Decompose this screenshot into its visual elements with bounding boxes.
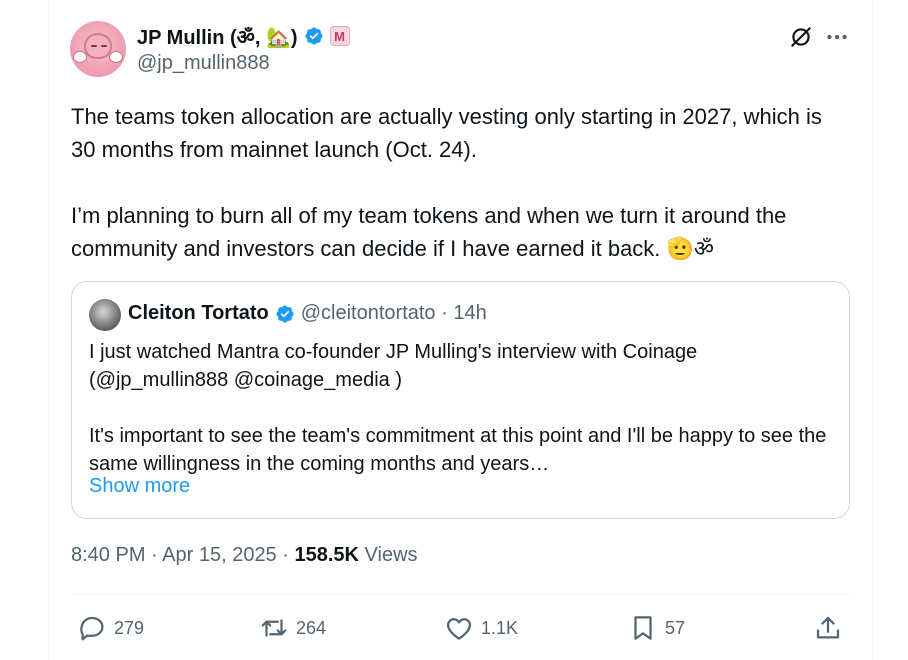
repost-button[interactable]: 264 bbox=[259, 606, 326, 650]
grok-icon[interactable] bbox=[788, 24, 814, 50]
share-icon bbox=[816, 616, 840, 639]
quote-header: Cleiton Tortato @cleitontortato · 14h bbox=[128, 302, 487, 325]
avatar-hand bbox=[73, 51, 87, 63]
author-avatar[interactable] bbox=[70, 21, 126, 77]
reply-count: 279 bbox=[114, 617, 145, 638]
show-more-link[interactable]: Show more bbox=[89, 475, 190, 498]
avatar-eye bbox=[101, 45, 107, 47]
bookmark-button[interactable]: 57 bbox=[628, 606, 685, 650]
reply-button[interactable]: 279 bbox=[77, 606, 144, 650]
quote-meta: @cleitontortato · 14h bbox=[300, 302, 487, 324]
affiliate-badge[interactable]: M bbox=[329, 26, 350, 46]
share-button[interactable] bbox=[813, 606, 843, 650]
bookmark-count: 57 bbox=[665, 617, 686, 638]
divider bbox=[71, 594, 850, 595]
like-icon bbox=[446, 618, 472, 640]
quote-text: I just watched Mantra co-founder JP Mull… bbox=[89, 341, 827, 475]
more-icon[interactable] bbox=[824, 24, 850, 50]
reply-icon bbox=[80, 616, 104, 641]
avatar-hand bbox=[109, 51, 123, 63]
tweet-meta: 8:40 PM · Apr 15, 2025 · 158.5K Views bbox=[71, 544, 418, 567]
views-label: Views bbox=[358, 544, 418, 566]
quote-author-avatar[interactable] bbox=[89, 299, 121, 331]
repost-icon bbox=[261, 619, 287, 637]
repost-count: 264 bbox=[296, 617, 327, 638]
quote-author-name[interactable]: Cleiton Tortato bbox=[128, 302, 269, 325]
author-handle[interactable]: @jp_mullin888 bbox=[137, 52, 270, 75]
tweet-text: The teams token allocation are actually … bbox=[71, 104, 822, 261]
like-button[interactable]: 1.1K bbox=[444, 606, 518, 650]
author-name-row: JP Mullin (ॐ, 🏡) M bbox=[137, 23, 350, 50]
avatar-face bbox=[84, 33, 112, 59]
verified-badge-icon[interactable] bbox=[304, 26, 324, 46]
bookmark-icon bbox=[634, 616, 652, 640]
avatar-eye bbox=[91, 45, 97, 47]
verified-badge-icon bbox=[276, 304, 294, 323]
action-bar: 279 264 1.1K 57 bbox=[71, 606, 850, 650]
quote-tweet[interactable]: Cleiton Tortato @cleitontortato · 14h I … bbox=[71, 281, 850, 519]
views-count: 158.5K bbox=[294, 544, 359, 566]
timestamp[interactable]: 8:40 PM · Apr 15, 2025 · bbox=[71, 544, 294, 566]
author-name[interactable]: JP Mullin (ॐ, 🏡) bbox=[137, 23, 298, 50]
like-count: 1.1K bbox=[481, 617, 519, 638]
